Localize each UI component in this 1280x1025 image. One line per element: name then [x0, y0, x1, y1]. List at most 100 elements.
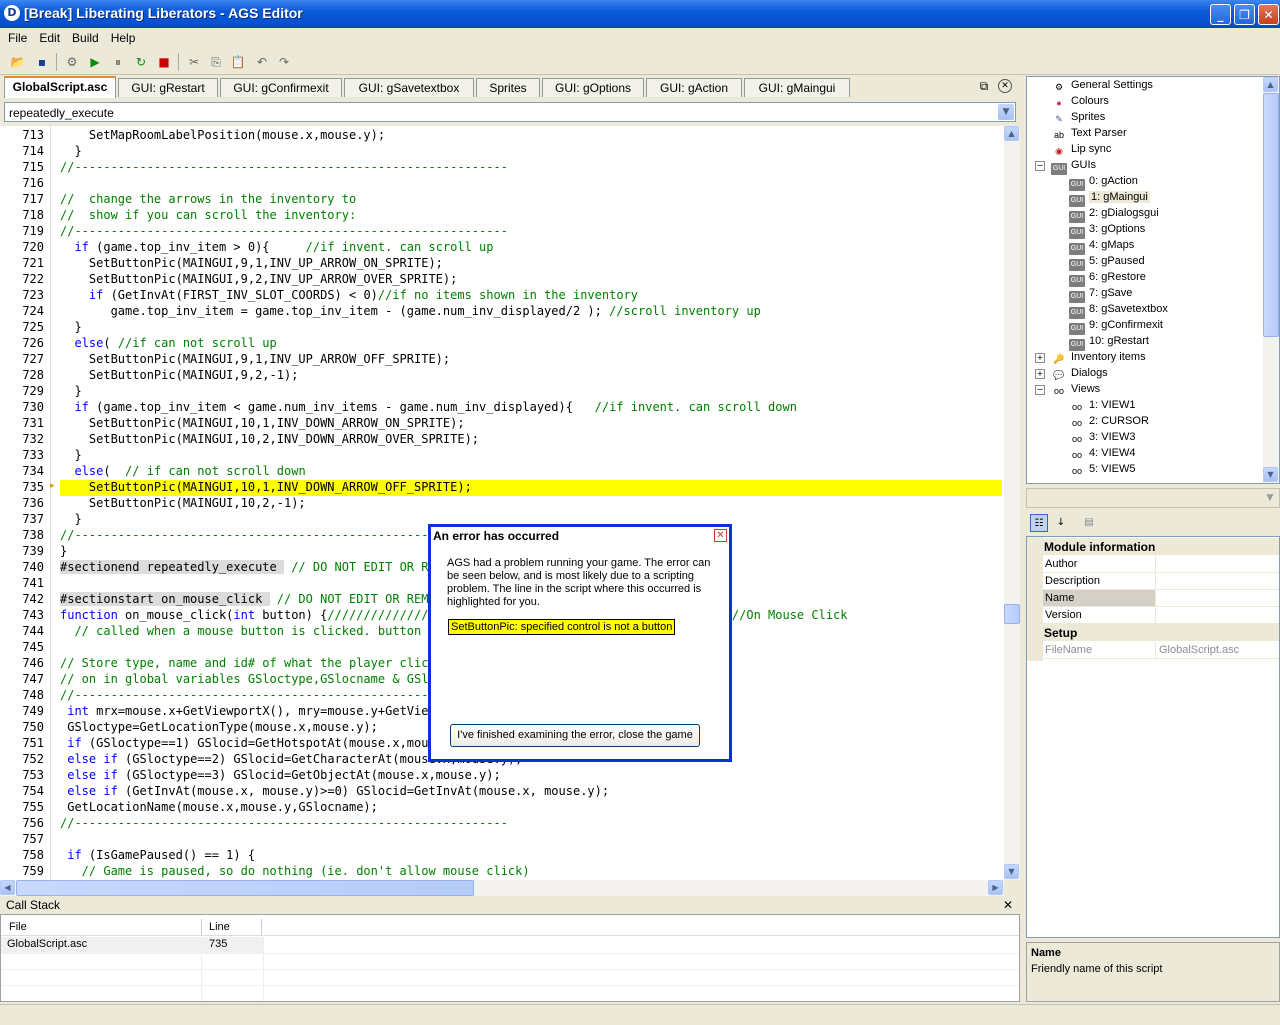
tree-node[interactable]: oo 3: VIEW3: [1069, 430, 1135, 445]
code-line[interactable]: SetMapRoomLabelPosition(mouse.x,mouse.y)…: [60, 128, 385, 142]
close-icon[interactable]: ✕: [714, 529, 727, 542]
code-line[interactable]: }: [60, 448, 81, 462]
close-game-button[interactable]: I've finished examining the error, close…: [450, 724, 700, 747]
project-tree[interactable]: ⚙ General Settings ● Colours ✎ Sprites ab Text …: [1026, 76, 1280, 484]
hscroll-thumb[interactable]: [16, 880, 474, 896]
tree-node[interactable]: GUI 5: gPaused: [1069, 254, 1145, 271]
tree-node[interactable]: GUI 3: gOptions: [1069, 222, 1145, 239]
editor-hscrollbar[interactable]: ◀ ▶: [0, 880, 1004, 896]
pause-icon[interactable]: ⏸: [110, 54, 126, 70]
close-button[interactable]: ✕: [1258, 4, 1279, 25]
code-line[interactable]: // Game is paused, so do nothing (ie. do…: [60, 864, 530, 878]
code-line[interactable]: game.top_inv_item = game.top_inv_item - …: [60, 304, 761, 318]
tree-node[interactable]: ● Colours: [1051, 94, 1109, 109]
editor-vscrollbar[interactable]: ▲ ▼: [1004, 126, 1020, 880]
code-line[interactable]: // Store type, name and id# of what the …: [60, 656, 450, 670]
tree-node[interactable]: 🔑 Inventory items: [1051, 350, 1145, 365]
category-setup[interactable]: − Setup: [1027, 624, 1279, 641]
collapse-icon[interactable]: −: [1035, 161, 1045, 171]
tab-gui-gconfirmexit[interactable]: GUI: gConfirmexit: [220, 78, 342, 97]
tab-gui-gaction[interactable]: GUI: gAction: [646, 78, 742, 97]
tree-node[interactable]: oo 4: VIEW4: [1069, 446, 1135, 461]
code-line[interactable]: else if (GetInvAt(mouse.x, mouse.y)>=0) …: [60, 784, 609, 798]
code-line[interactable]: if (game.top_inv_item > 0){ //if invent.…: [60, 240, 493, 254]
code-line[interactable]: }: [60, 384, 81, 398]
expand-icon[interactable]: +: [1035, 353, 1045, 363]
property-author[interactable]: Author: [1043, 556, 1279, 573]
tab-sprites[interactable]: Sprites: [476, 78, 540, 97]
tree-scroll-thumb[interactable]: [1263, 93, 1279, 337]
cut-icon[interactable]: ✂: [186, 54, 202, 70]
code-line[interactable]: GetLocationName(mouse.x,mouse.y,GSlocnam…: [60, 800, 378, 814]
function-dropdown[interactable]: repeatedly_execute ▼: [4, 102, 1016, 122]
chevron-down-icon[interactable]: ▼: [1262, 490, 1278, 506]
code-line[interactable]: SetButtonPic(MAINGUI,9,2,INV_UP_ARROW_OV…: [60, 272, 457, 286]
code-editor[interactable]: 713 SetMapRoomLabelPosition(mouse.x,mous…: [0, 126, 1020, 880]
tree-node[interactable]: oo 2: CURSOR: [1069, 414, 1149, 429]
scroll-up-icon[interactable]: ▲: [1004, 126, 1019, 141]
paste-icon[interactable]: 📋: [230, 54, 246, 70]
tree-node[interactable]: ✎ Sprites: [1051, 110, 1105, 125]
code-line[interactable]: SetButtonPic(MAINGUI,10,1,INV_DOWN_ARROW…: [60, 480, 472, 494]
code-line[interactable]: SetButtonPic(MAINGUI,10,2,-1);: [60, 496, 306, 510]
code-line[interactable]: else( //if can not scroll up: [60, 336, 276, 350]
tree-node[interactable]: GUI 0: gAction: [1069, 174, 1138, 191]
tree-node[interactable]: GUI 7: gSave: [1069, 286, 1132, 303]
window-list-icon[interactable]: ⧉: [976, 79, 992, 93]
code-line[interactable]: }: [60, 544, 67, 558]
tree-node[interactable]: GUI 10: gRestart: [1069, 334, 1149, 351]
code-line[interactable]: //--------------------------------------…: [60, 160, 508, 174]
undo-icon[interactable]: ↶: [254, 54, 270, 70]
menu-build[interactable]: Build: [66, 28, 105, 48]
tree-node[interactable]: oo 1: VIEW1: [1069, 398, 1135, 413]
code-line[interactable]: SetButtonPic(MAINGUI,9,1,INV_UP_ARROW_OF…: [60, 352, 450, 366]
table-row[interactable]: GlobalScript.asc 735: [1, 937, 263, 953]
menu-edit[interactable]: Edit: [33, 28, 66, 48]
tab-gui-gsavetextbox[interactable]: GUI: gSavetextbox: [344, 78, 474, 97]
column-header-file[interactable]: File: [9, 921, 27, 933]
tree-node[interactable]: GUI 8: gSavetextbox: [1069, 302, 1168, 319]
redo-icon[interactable]: ↷: [276, 54, 292, 70]
category-module-information[interactable]: − Module information: [1027, 538, 1279, 555]
code-line[interactable]: //--------------------------------------…: [60, 224, 508, 238]
property-object-dropdown[interactable]: ▼: [1026, 488, 1280, 508]
tree-node[interactable]: GUI 4: gMaps: [1069, 238, 1134, 255]
open-icon[interactable]: 📂: [10, 54, 26, 70]
scroll-down-icon[interactable]: ▼: [1263, 467, 1278, 482]
scroll-up-icon[interactable]: ▲: [1263, 77, 1278, 92]
tab-globalscript[interactable]: GlobalScript.asc: [4, 76, 116, 98]
tree-node[interactable]: GUI 6: gRestore: [1069, 270, 1146, 287]
tree-node[interactable]: GUI GUIs: [1051, 158, 1096, 175]
scroll-left-icon[interactable]: ◀: [0, 880, 15, 895]
code-line[interactable]: SetButtonPic(MAINGUI,10,2,INV_DOWN_ARROW…: [60, 432, 479, 446]
code-line[interactable]: // show if you can scroll the inventory:: [60, 208, 356, 222]
scroll-thumb[interactable]: [1004, 604, 1020, 624]
copy-icon[interactable]: ⎘: [208, 54, 224, 70]
step-icon[interactable]: ↻: [133, 54, 149, 70]
tree-node[interactable]: GUI 9: gConfirmexit: [1069, 318, 1163, 335]
code-line[interactable]: SetButtonPic(MAINGUI,10,1,INV_DOWN_ARROW…: [60, 416, 465, 430]
column-header-line[interactable]: Line: [209, 921, 230, 933]
tree-node[interactable]: GUI 2: gDialogsgui: [1069, 206, 1159, 223]
property-pages-icon[interactable]: ▤: [1080, 514, 1098, 532]
code-line[interactable]: if (GSloctype==1) GSlocid=GetHotspotAt(m…: [60, 736, 472, 750]
code-line[interactable]: GSloctype=GetLocationType(mouse.x,mouse.…: [60, 720, 378, 734]
code-line[interactable]: if (GetInvAt(FIRST_INV_SLOT_COORDS) < 0)…: [60, 288, 638, 302]
code-line[interactable]: //--------------------------------------…: [60, 816, 508, 830]
scroll-down-icon[interactable]: ▼: [1004, 864, 1019, 879]
code-line[interactable]: else( // if can not scroll down: [60, 464, 305, 478]
menu-help[interactable]: Help: [105, 28, 142, 48]
code-line[interactable]: if (game.top_inv_item < game.num_inv_ite…: [60, 400, 796, 414]
tree-node[interactable]: ab Text Parser: [1051, 126, 1127, 141]
code-line[interactable]: // change the arrows in the inventory to: [60, 192, 356, 206]
run-debug-icon[interactable]: ⚙: [64, 54, 80, 70]
tree-node[interactable]: oo Views: [1051, 382, 1100, 397]
tree-node[interactable]: GUI 1: gMaingui: [1069, 190, 1150, 207]
close-icon[interactable]: ✕: [1003, 898, 1013, 912]
code-line[interactable]: if (IsGamePaused() == 1) {: [60, 848, 255, 862]
code-line[interactable]: // on in global variables GSloctype,GSlo…: [60, 672, 465, 686]
code-line[interactable]: SetButtonPic(MAINGUI,9,2,-1);: [60, 368, 299, 382]
property-version[interactable]: Version: [1043, 607, 1279, 624]
tab-gui-goptions[interactable]: GUI: gOptions: [542, 78, 644, 97]
code-line[interactable]: }: [60, 320, 81, 334]
